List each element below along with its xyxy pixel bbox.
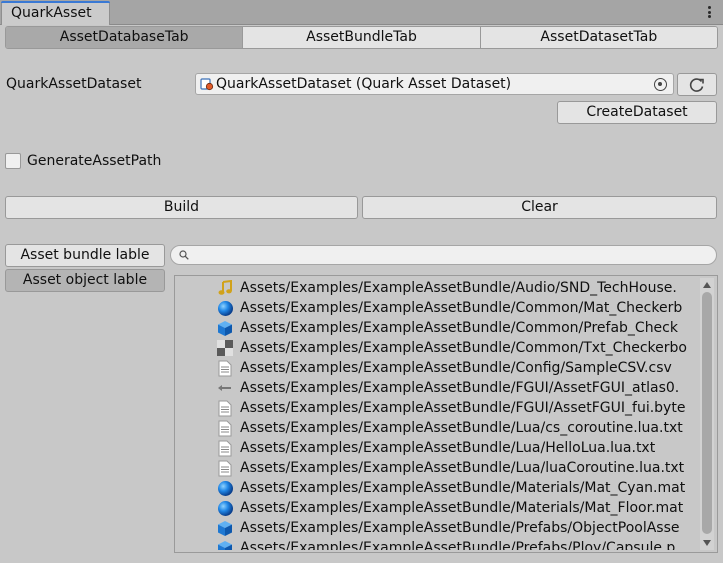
asset-path: Assets/Examples/ExampleAssetBundle/Lua/l… xyxy=(240,460,685,476)
asset-path: Assets/Examples/ExampleAssetBundle/Prefa… xyxy=(240,540,676,550)
prefab-icon xyxy=(216,319,234,337)
tab-asset-dataset[interactable]: AssetDatasetTab xyxy=(480,27,717,48)
asset-row[interactable]: Assets/Examples/ExampleAssetBundle/Prefa… xyxy=(178,518,698,538)
material-icon xyxy=(216,299,234,317)
dataset-value: QuarkAssetDataset (Quark Asset Dataset) xyxy=(216,76,512,92)
asset-path: Assets/Examples/ExampleAssetBundle/Commo… xyxy=(240,340,687,356)
asset-path: Assets/Examples/ExampleAssetBundle/Mater… xyxy=(240,480,686,496)
asset-row[interactable]: Assets/Examples/ExampleAssetBundle/FGUI/… xyxy=(178,398,698,418)
asset-object-label-button[interactable]: Asset object lable xyxy=(5,269,165,292)
asset-row[interactable]: Assets/Examples/ExampleAssetBundle/Mater… xyxy=(178,498,698,518)
generate-asset-path-label: GenerateAssetPath xyxy=(27,153,162,169)
scroll-up-icon[interactable] xyxy=(703,282,711,288)
asset-path: Assets/Examples/ExampleAssetBundle/FGUI/… xyxy=(240,380,680,396)
window-tab[interactable]: QuarkAsset xyxy=(1,1,110,25)
asset-row[interactable]: Assets/Examples/ExampleAssetBundle/Commo… xyxy=(178,318,698,338)
text-file-icon xyxy=(216,399,234,417)
create-dataset-button[interactable]: CreateDataset xyxy=(557,101,717,124)
asset-list-rows: Assets/Examples/ExampleAssetBundle/Audio… xyxy=(178,278,698,550)
asset-row[interactable]: Assets/Examples/ExampleAssetBundle/Commo… xyxy=(178,298,698,318)
asset-row[interactable]: Assets/Examples/ExampleAssetBundle/Lua/H… xyxy=(178,438,698,458)
asset-path: Assets/Examples/ExampleAssetBundle/Mater… xyxy=(240,500,684,516)
window-titlebar: QuarkAsset xyxy=(0,0,723,25)
tab-asset-database[interactable]: AssetDatabaseTab xyxy=(6,27,244,48)
asset-row[interactable]: Assets/Examples/ExampleAssetBundle/Audio… xyxy=(178,278,698,298)
asset-bundle-label-button[interactable]: Asset bundle lable xyxy=(5,244,165,267)
build-button[interactable]: Build xyxy=(5,196,358,219)
scroll-down-icon[interactable] xyxy=(703,540,711,546)
tab-asset-bundle[interactable]: AssetBundleTab xyxy=(243,27,481,48)
asset-path: Assets/Examples/ExampleAssetBundle/FGUI/… xyxy=(240,400,686,416)
asset-path: Assets/Examples/ExampleAssetBundle/Lua/c… xyxy=(240,420,683,436)
generate-asset-path-checkbox[interactable] xyxy=(5,153,21,169)
material-icon xyxy=(216,499,234,517)
scriptable-object-icon xyxy=(200,77,214,91)
text-file-icon xyxy=(216,419,234,437)
audio-icon xyxy=(216,279,234,297)
refresh-icon xyxy=(689,78,704,92)
asset-row[interactable]: Assets/Examples/ExampleAssetBundle/Prefa… xyxy=(178,538,698,550)
prefab-icon xyxy=(216,519,234,537)
asset-path: Assets/Examples/ExampleAssetBundle/Commo… xyxy=(240,320,678,336)
text-file-icon xyxy=(216,439,234,457)
asset-path: Assets/Examples/ExampleAssetBundle/Audio… xyxy=(240,280,677,296)
prefab-icon xyxy=(216,539,234,550)
texture-icon xyxy=(216,339,234,357)
asset-row[interactable]: Assets/Examples/ExampleAssetBundle/Mater… xyxy=(178,478,698,498)
clear-button[interactable]: Clear xyxy=(362,196,717,219)
atlas-icon xyxy=(216,379,234,397)
more-options-icon[interactable] xyxy=(705,4,713,20)
material-icon xyxy=(216,479,234,497)
asset-path: Assets/Examples/ExampleAssetBundle/Prefa… xyxy=(240,520,680,536)
vertical-scrollbar[interactable] xyxy=(700,278,714,550)
refresh-button[interactable] xyxy=(677,73,717,96)
dataset-object-field[interactable]: QuarkAssetDataset (Quark Asset Dataset) xyxy=(195,73,674,95)
object-picker-icon[interactable] xyxy=(654,78,667,91)
search-input[interactable] xyxy=(170,245,717,265)
asset-row[interactable]: Assets/Examples/ExampleAssetBundle/Commo… xyxy=(178,338,698,358)
asset-path: Assets/Examples/ExampleAssetBundle/Commo… xyxy=(240,300,683,316)
text-file-icon xyxy=(216,459,234,477)
asset-list: Assets/Examples/ExampleAssetBundle/Audio… xyxy=(174,275,718,553)
asset-row[interactable]: Assets/Examples/ExampleAssetBundle/FGUI/… xyxy=(178,378,698,398)
asset-path: Assets/Examples/ExampleAssetBundle/Confi… xyxy=(240,360,672,376)
asset-path: Assets/Examples/ExampleAssetBundle/Lua/H… xyxy=(240,440,656,456)
asset-row[interactable]: Assets/Examples/ExampleAssetBundle/Lua/l… xyxy=(178,458,698,478)
toolbar-tabs: AssetDatabaseTab AssetBundleTab AssetDat… xyxy=(5,26,718,49)
asset-row[interactable]: Assets/Examples/ExampleAssetBundle/Confi… xyxy=(178,358,698,378)
search-icon xyxy=(179,250,189,260)
dataset-label: QuarkAssetDataset xyxy=(6,76,142,92)
scroll-thumb[interactable] xyxy=(702,292,712,534)
text-file-icon xyxy=(216,359,234,377)
asset-row[interactable]: Assets/Examples/ExampleAssetBundle/Lua/c… xyxy=(178,418,698,438)
